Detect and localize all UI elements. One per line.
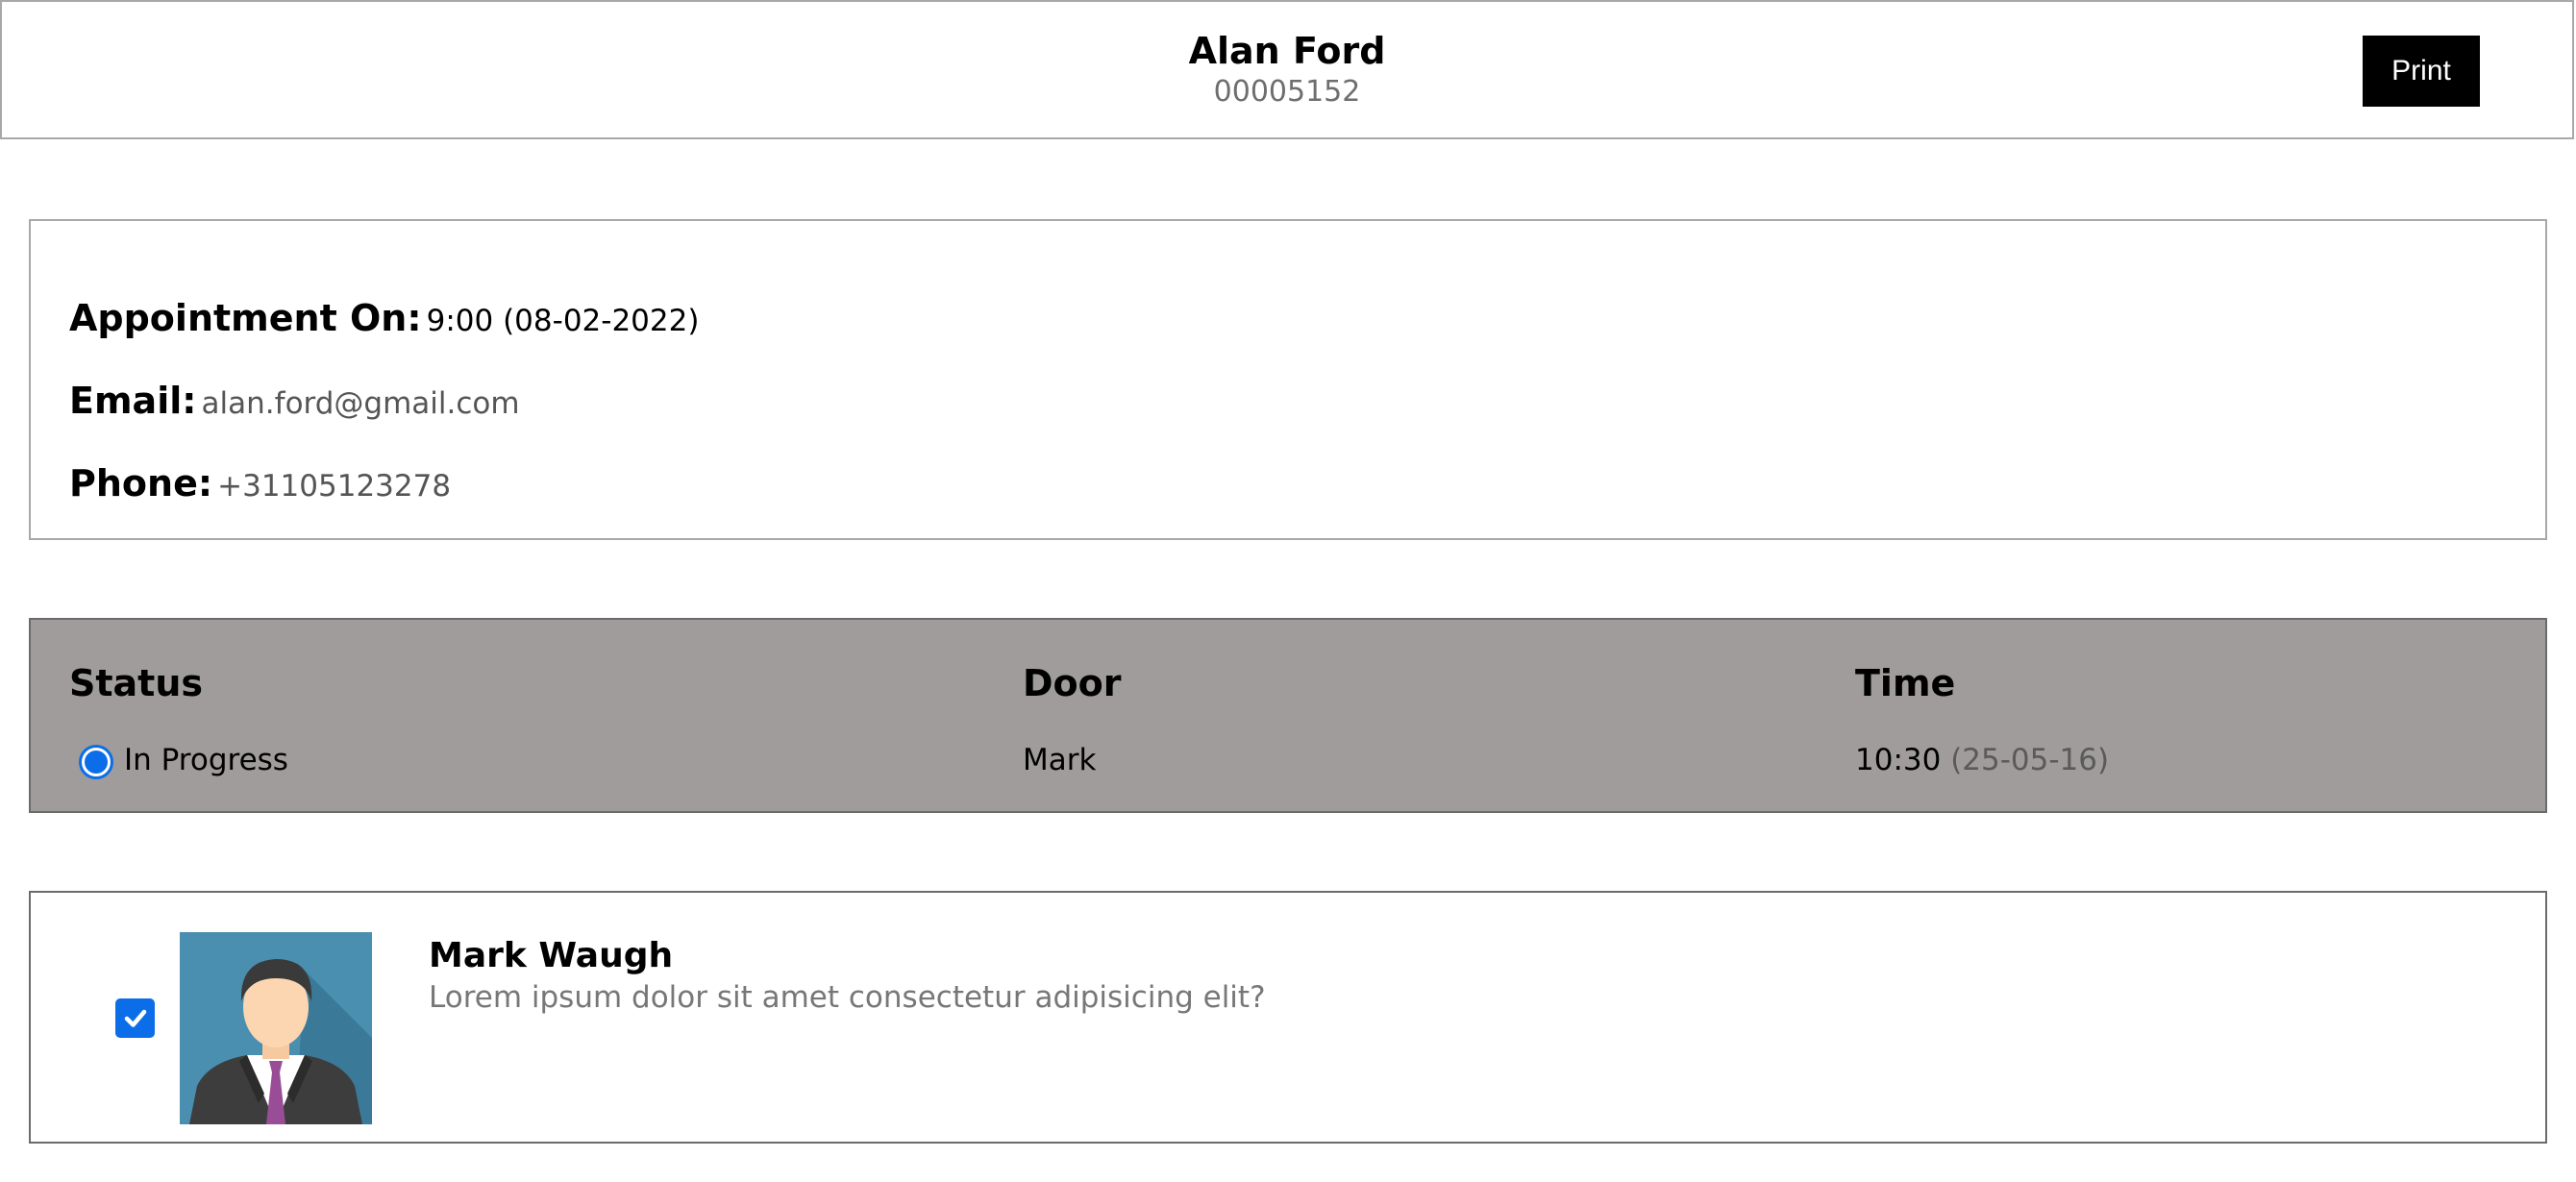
appointment-label: Appointment On: [69,297,422,339]
time-value-group: 10:30 (25-05-16) [1855,743,2109,777]
appointment-row: Appointment On: 9:00 (08-02-2022) [69,297,699,339]
phone-value: +31105123278 [217,469,452,504]
print-button[interactable]: Print [2363,36,2480,107]
appointment-value: 9:00 (08-02-2022) [426,304,700,338]
person-name: Mark Waugh [429,936,674,975]
patient-name: Alan Ford [1188,30,1386,72]
email-value: alan.ford@gmail.com [201,386,520,421]
status-header: Status [69,662,204,704]
door-header: Door [1023,662,1122,704]
door-value: Mark [1023,743,1097,777]
time-header: Time [1855,662,1956,704]
phone-label: Phone: [69,462,213,505]
email-label: Email: [69,380,197,422]
time-value: 10:30 [1855,743,1942,777]
patient-id: 00005152 [1213,75,1361,109]
status-panel: Status Door Time In Progress Mark 10:30 … [29,618,2547,813]
businessman-avatar-icon [180,932,372,1124]
status-value: In Progress [124,743,288,777]
email-row: Email: alan.ford@gmail.com [69,380,520,422]
status-radio[interactable] [79,745,113,779]
checkmark-icon [124,1009,146,1027]
radio-selected-dot [85,751,108,774]
person-checkbox[interactable] [115,998,155,1038]
phone-row: Phone: +31105123278 [69,462,451,505]
person-card: Mark Waugh Lorem ipsum dolor sit amet co… [29,891,2547,1144]
appointment-info-card: Appointment On: 9:00 (08-02-2022) Email:… [29,219,2547,540]
person-description: Lorem ipsum dolor sit amet consectetur a… [429,980,1266,1015]
page-header: Alan Ford 00005152 Print [0,0,2574,139]
time-date: (25-05-16) [1950,743,2110,777]
